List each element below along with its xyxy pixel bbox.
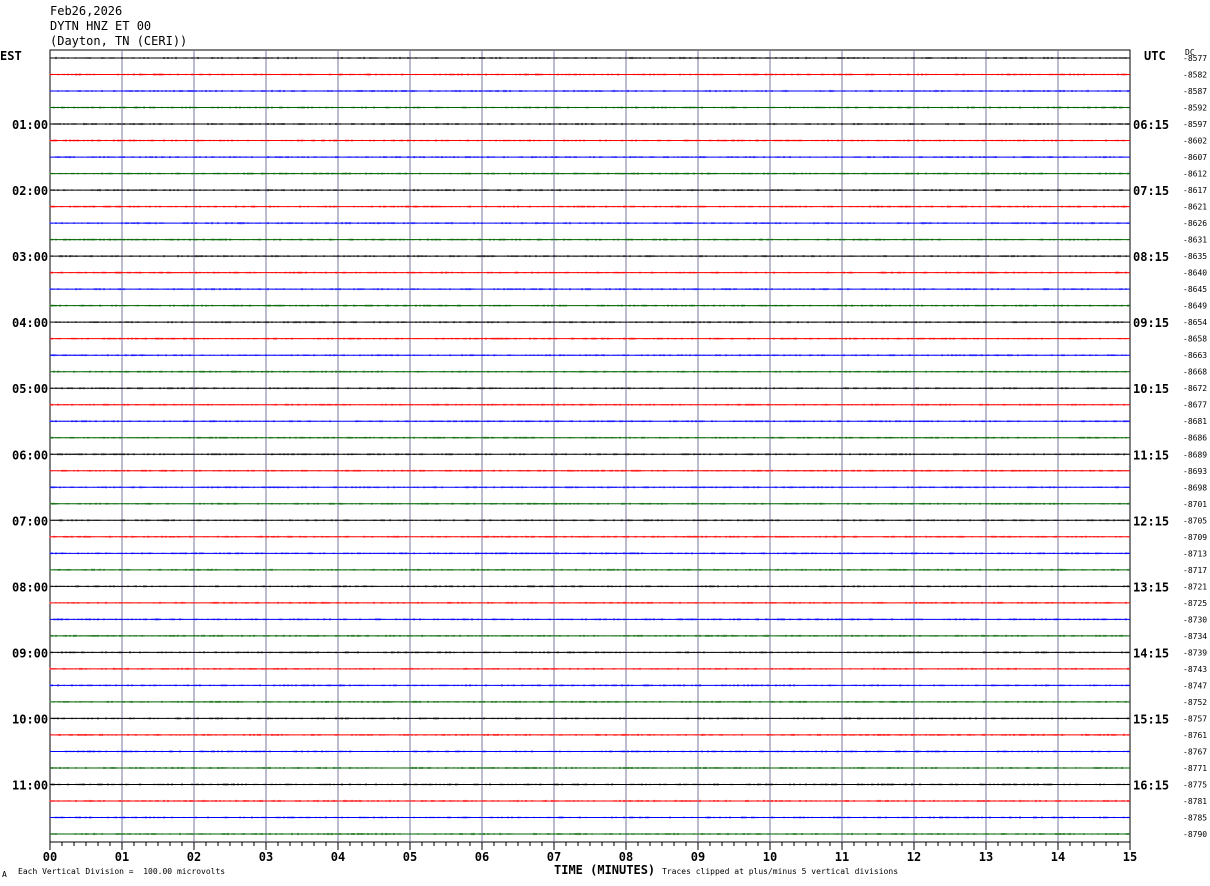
dc-offset-label: -8775 — [1183, 780, 1207, 789]
dc-offset-label: -8668 — [1183, 368, 1207, 377]
dc-offset-label: -8705 — [1183, 516, 1207, 525]
x-tick-label: 03 — [259, 850, 273, 864]
clip-note: Traces clipped at plus/minus 5 vertical … — [662, 867, 899, 876]
x-tick-label: 15 — [1123, 850, 1137, 864]
dc-offset-label: -8701 — [1183, 500, 1207, 509]
hour-label-right: 14:15 — [1133, 646, 1169, 660]
hour-label-left: 04:00 — [12, 316, 48, 330]
hour-label-left: 09:00 — [12, 646, 48, 660]
x-tick-label: 10 — [763, 850, 777, 864]
hour-label-right: 07:15 — [1133, 184, 1169, 198]
dc-offset-label: -8681 — [1183, 417, 1207, 426]
corner-mark: A — [2, 870, 7, 879]
dc-offset-label: -8612 — [1183, 170, 1207, 179]
dc-offset-label: -8617 — [1183, 186, 1207, 195]
hour-label-right: 11:15 — [1133, 448, 1169, 462]
dc-offset-label: -8721 — [1183, 582, 1207, 591]
dc-offset-label: -8602 — [1183, 137, 1207, 146]
hour-label-right: 16:15 — [1133, 778, 1169, 792]
dc-offset-label: -8781 — [1183, 797, 1207, 806]
dc-offset-label: -8663 — [1183, 351, 1207, 360]
dc-offset-label: -8587 — [1183, 87, 1207, 96]
dc-offset-label: -8645 — [1183, 285, 1207, 294]
hour-label-right: 13:15 — [1133, 580, 1169, 594]
dc-offset-label: -8790 — [1183, 830, 1207, 839]
dc-offset-label: -8785 — [1183, 813, 1207, 822]
dc-offset-label: -8677 — [1183, 401, 1207, 410]
x-tick-label: 01 — [115, 850, 129, 864]
dc-offset-label: -8767 — [1183, 747, 1207, 756]
dc-offset-label: -8739 — [1183, 648, 1207, 657]
dc-offset-label: -8752 — [1183, 698, 1207, 707]
dc-offset-label: -8621 — [1183, 203, 1207, 212]
hour-label-left: 03:00 — [12, 250, 48, 264]
dc-offset-label: -8725 — [1183, 599, 1207, 608]
x-tick-label: 02 — [187, 850, 201, 864]
plot-frame — [49, 49, 1131, 843]
dc-offset-label: -8658 — [1183, 335, 1207, 344]
dc-offset-label: -8582 — [1183, 71, 1207, 80]
x-tick-label: 05 — [403, 850, 417, 864]
dc-offset-label: -8672 — [1183, 384, 1207, 393]
dc-offset-label: -8686 — [1183, 434, 1207, 443]
seismogram-plot: -8577 -8582 -8587 -8592 -8597 -8602 -8607 -8612… — [12, 49, 1207, 864]
dc-offset-label: -8734 — [1183, 632, 1207, 641]
dc-offset-label: -8631 — [1183, 236, 1207, 245]
dc-offset-label: -8757 — [1183, 714, 1207, 723]
dc-offset-label: -8761 — [1183, 731, 1207, 740]
dc-offset-label: -8654 — [1183, 318, 1207, 327]
x-axis-title: TIME (MINUTES) — [554, 863, 656, 877]
dc-offset-label: -8693 — [1183, 467, 1207, 476]
dc-offset-label: -8689 — [1183, 450, 1207, 459]
x-tick-label: 14 — [1051, 850, 1065, 864]
x-tick-label: 13 — [979, 850, 993, 864]
x-tick-label: 00 — [43, 850, 57, 864]
dc-offset-label: -8747 — [1183, 681, 1207, 690]
dc-offset-label: -8713 — [1183, 549, 1207, 558]
hour-label-right: 15:15 — [1133, 712, 1169, 726]
x-tick-label: 04 — [331, 850, 345, 864]
hour-label-left: 05:00 — [12, 382, 48, 396]
dc-offset-label: -8743 — [1183, 665, 1207, 674]
scale-note: Each Vertical Division = 100.00 microvol… — [18, 867, 226, 876]
hour-label-left: 08:00 — [12, 580, 48, 594]
x-tick-label: 09 — [691, 850, 705, 864]
hour-label-right: 10:15 — [1133, 382, 1169, 396]
hour-label-left: 01:00 — [12, 118, 48, 132]
hour-label-left: 07:00 — [12, 514, 48, 528]
hour-label-right: 06:15 — [1133, 118, 1169, 132]
dc-offset-label: -8635 — [1183, 252, 1207, 261]
dc-offset-label: -8698 — [1183, 483, 1207, 492]
hour-label-right: 12:15 — [1133, 514, 1169, 528]
hour-label-left: 06:00 — [12, 448, 48, 462]
hour-label-left: 11:00 — [12, 778, 48, 792]
x-tick-label: 08 — [619, 850, 633, 864]
dc-offset-label: -8709 — [1183, 533, 1207, 542]
x-tick-label: 11 — [835, 850, 849, 864]
dc-offset-label: -8771 — [1183, 764, 1207, 773]
x-tick-label: 06 — [475, 850, 489, 864]
hour-label-left: 10:00 — [12, 712, 48, 726]
x-tick-label: 07 — [547, 850, 561, 864]
dc-offset-label: -8592 — [1183, 104, 1207, 113]
dc-offset-label: -8717 — [1183, 566, 1207, 575]
hour-label-right: 09:15 — [1133, 316, 1169, 330]
dc-offset-label: -8649 — [1183, 302, 1207, 311]
dc-offset-label: -8577 — [1183, 54, 1207, 63]
dc-offset-label: -8640 — [1183, 269, 1207, 278]
dc-offset-label: -8626 — [1183, 219, 1207, 228]
x-tick-label: 12 — [907, 850, 921, 864]
hour-label-right: 08:15 — [1133, 250, 1169, 264]
dc-offset-label: -8730 — [1183, 615, 1207, 624]
dc-offset-label: -8607 — [1183, 153, 1207, 162]
dc-offset-label: -8597 — [1183, 120, 1207, 129]
hour-label-left: 02:00 — [12, 184, 48, 198]
